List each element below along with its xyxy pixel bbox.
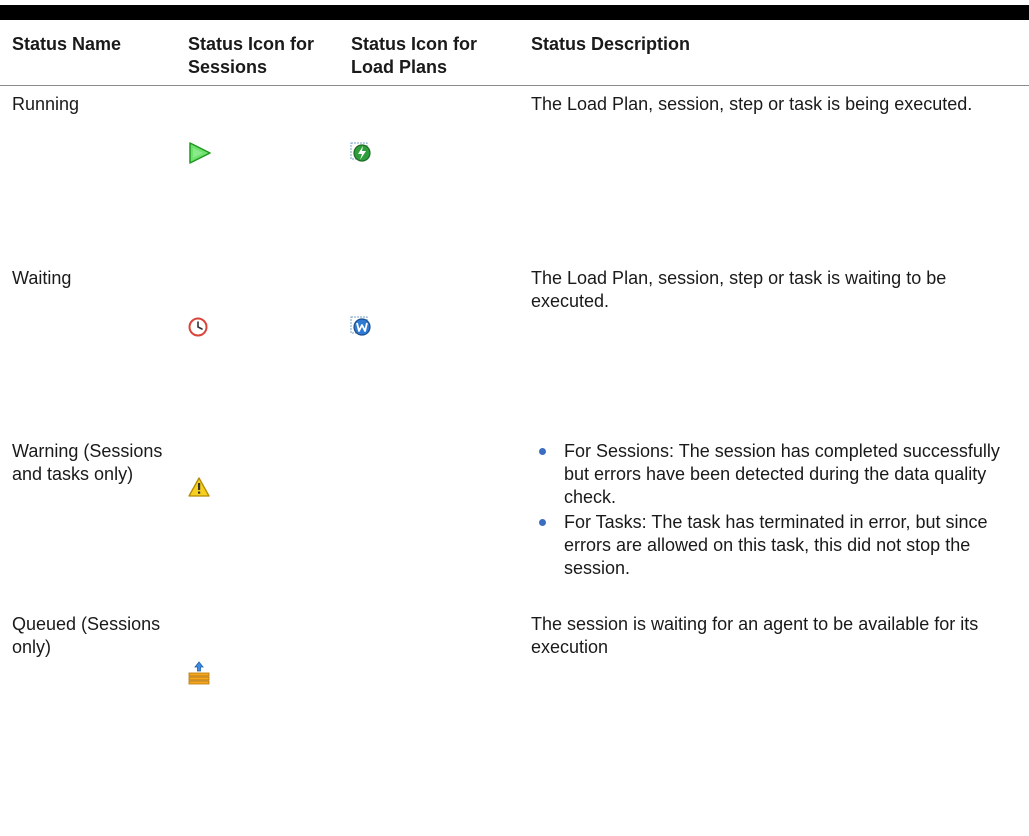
table-row-queued: Queued (Sessions only) The session is wa… (0, 606, 1029, 726)
queue-stack-icon (187, 660, 211, 685)
header-status-icon-load-plans: Status Icon for Load Plans (346, 20, 526, 86)
status-description-running: The Load Plan, session, step or task is … (531, 94, 973, 114)
status-description-waiting: The Load Plan, session, step or task is … (531, 267, 947, 311)
load-plan-icon-cell-running (346, 86, 526, 260)
status-name-waiting: Waiting (12, 267, 72, 288)
session-icon-cell-queued (183, 606, 346, 726)
session-icon-cell-running (183, 86, 346, 260)
status-name-warning: Warning (Sessions and tasks only) (12, 440, 163, 484)
header-status-name: Status Name (0, 20, 183, 86)
header-row: Status Name Status Icon for Sessions Sta… (0, 20, 1029, 86)
status-table: Status Name Status Icon for Sessions Sta… (0, 20, 1029, 726)
session-icon-cell-warning (183, 433, 346, 606)
warning-triangle-icon (188, 476, 210, 497)
list-item: For Tasks: The task has terminated in er… (531, 511, 1027, 580)
load-plan-icon-cell-warning (346, 433, 526, 606)
top-rule (0, 5, 1029, 20)
status-description-warning: For Sessions: The session has completed … (526, 433, 1029, 606)
play-arrow-icon (188, 142, 212, 164)
load-plan-icon-cell-waiting (346, 260, 526, 433)
table-row-waiting: Waiting The Load Plan, session, step or … (0, 260, 1029, 433)
list-item: For Sessions: The session has completed … (531, 440, 1027, 509)
warning-description-sessions: For Sessions: The session has completed … (564, 440, 1000, 507)
clock-icon (188, 317, 208, 337)
header-status-description: Status Description (526, 20, 1029, 86)
warning-description-tasks: For Tasks: The task has terminated in er… (564, 511, 988, 578)
status-name-running: Running (12, 94, 80, 114)
table-row-running: Running The Load Plan, session, step or … (0, 86, 1029, 260)
waiting-load-plan-icon (350, 315, 372, 337)
status-description-queued: The session is waiting for an agent to b… (531, 613, 979, 657)
session-icon-cell-waiting (183, 260, 346, 433)
status-name-queued: Queued (Sessions only) (12, 613, 161, 657)
table-row-warning: Warning (Sessions and tasks only) For Se… (0, 433, 1029, 606)
warning-description-list: For Sessions: The session has completed … (531, 440, 1027, 580)
load-plan-icon-cell-queued (346, 606, 526, 726)
running-load-plan-icon (350, 141, 372, 163)
bullet-icon (539, 518, 546, 526)
header-status-icon-sessions: Status Icon for Sessions (183, 20, 346, 86)
bullet-icon (539, 447, 546, 455)
